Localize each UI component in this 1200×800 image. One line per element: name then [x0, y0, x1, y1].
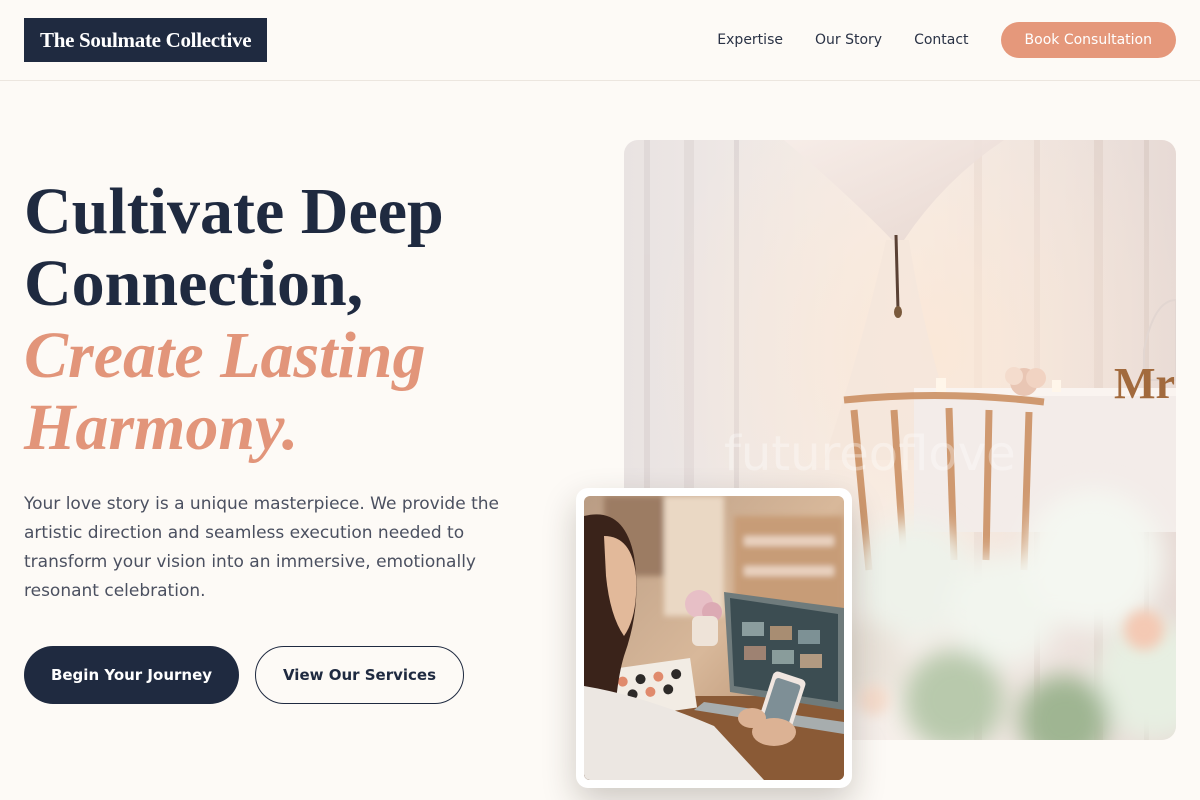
nav-link-contact[interactable]: Contact: [914, 32, 968, 48]
woman-laptop-illustration: [584, 496, 844, 780]
view-services-button[interactable]: View Our Services: [255, 646, 464, 704]
main-nav: Expertise Our Story Contact Book Consult…: [717, 22, 1176, 58]
headline-accent-line-1: Create Lasting: [24, 319, 426, 392]
headline-line-1: Cultivate Deep: [24, 175, 444, 248]
planning-photo-card: [576, 488, 852, 788]
nav-link-expertise[interactable]: Expertise: [717, 32, 783, 48]
hero-headline: Cultivate Deep Connection, Create Lastin…: [24, 176, 584, 464]
planning-photo: [584, 496, 844, 780]
nav-link-our-story[interactable]: Our Story: [815, 32, 882, 48]
headline-accent-line-2: Harmony.: [24, 391, 299, 464]
hero-description: Your love story is a unique masterpiece.…: [24, 494, 499, 601]
begin-journey-button[interactable]: Begin Your Journey: [24, 646, 239, 704]
brand-logo[interactable]: The Soulmate Collective: [24, 18, 268, 62]
headline-line-2: Connection,: [24, 247, 364, 320]
book-consultation-button[interactable]: Book Consultation: [1000, 22, 1176, 58]
watermark-text: futureoflove: [724, 426, 1016, 482]
mr-sign: Mr: [1114, 359, 1175, 408]
site-header: The Soulmate Collective Expertise Our St…: [0, 0, 1200, 81]
